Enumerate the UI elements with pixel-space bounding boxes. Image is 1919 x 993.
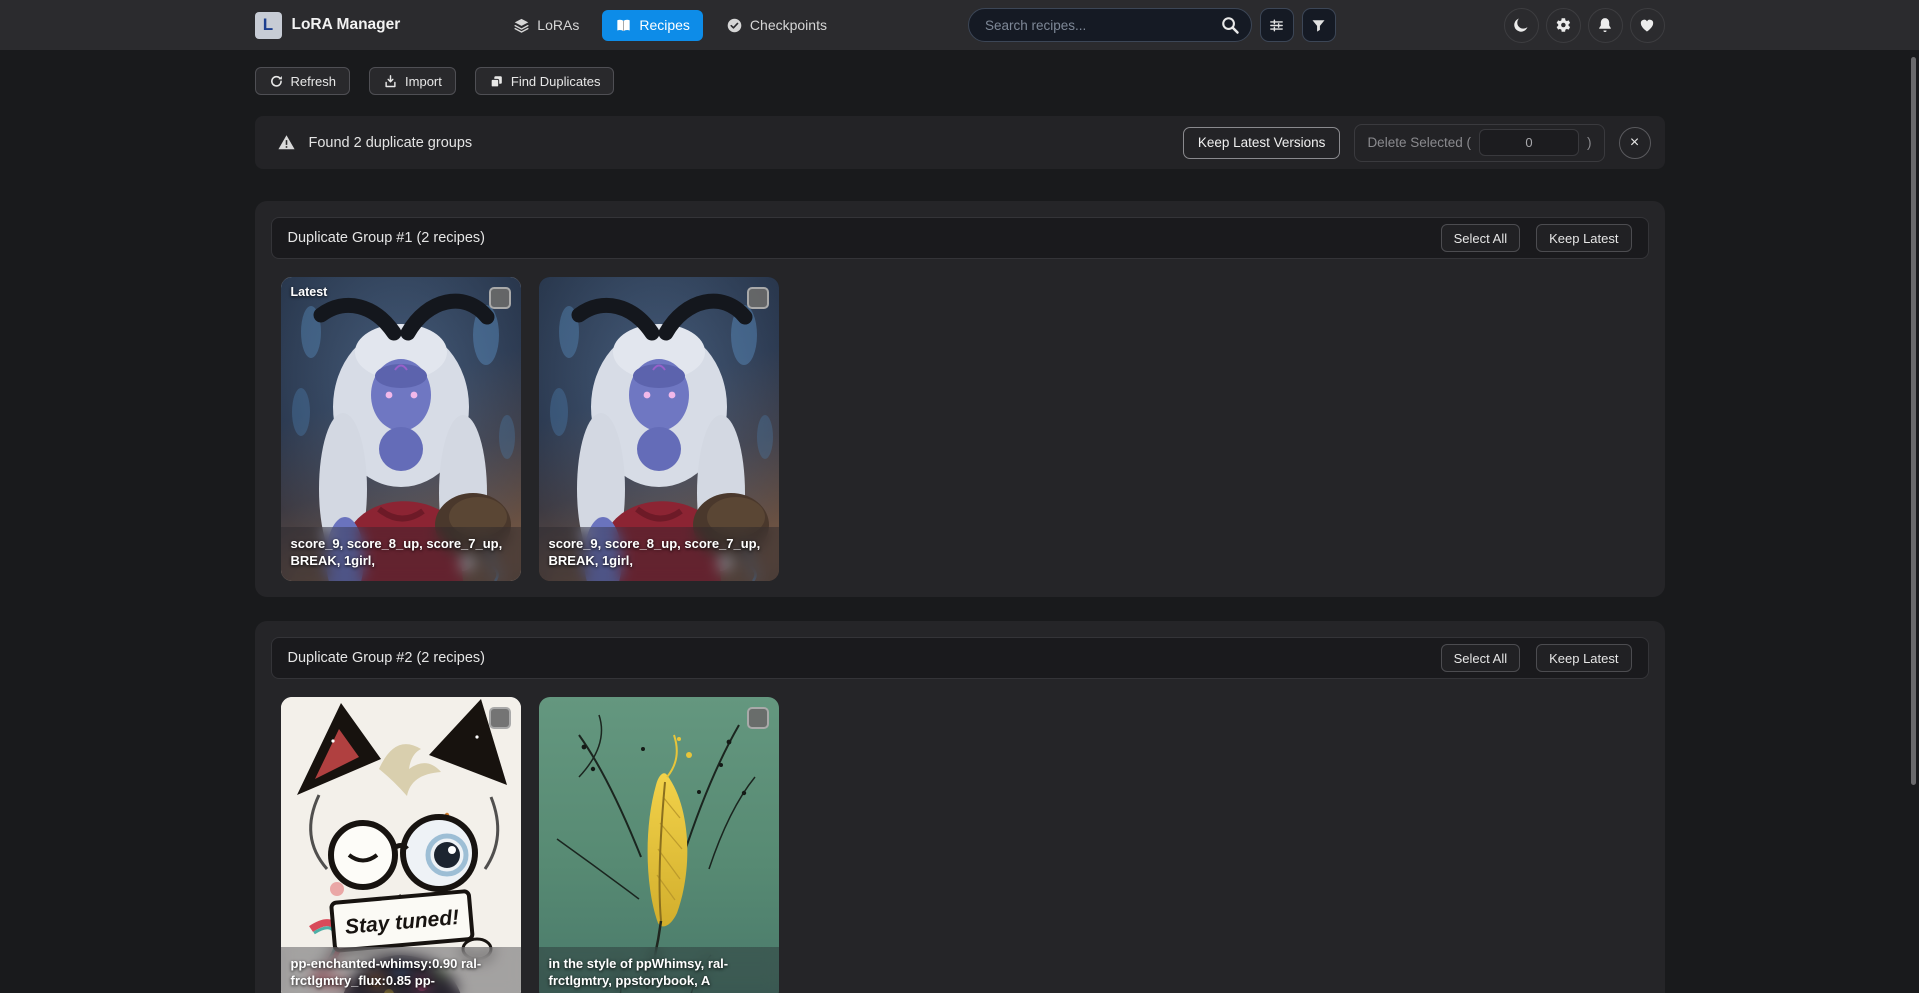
tab-checkpoints-label: Checkpoints xyxy=(750,17,827,33)
group-1-keep-latest-button[interactable]: Keep Latest xyxy=(1536,224,1631,252)
refresh-label: Refresh xyxy=(291,74,337,89)
group-2-title: Duplicate Group #2 (2 recipes) xyxy=(288,650,485,666)
import-label: Import xyxy=(405,74,442,89)
recipe-card[interactable]: score_9, score_8_up, score_7_up, BREAK, … xyxy=(539,277,779,581)
tab-recipes-label: Recipes xyxy=(639,17,690,33)
settings-button[interactable] xyxy=(1546,8,1581,43)
search-input[interactable] xyxy=(968,8,1252,42)
app-title: LoRA Manager xyxy=(292,16,401,34)
book-icon xyxy=(615,17,632,34)
group-2-cards: Latest pp-enchanted-whimsy:0.90 ral-frct… xyxy=(271,697,1649,993)
recipe-checkbox[interactable] xyxy=(489,707,511,729)
find-duplicates-button[interactable]: Find Duplicates xyxy=(475,67,615,95)
refresh-icon xyxy=(269,74,284,89)
find-duplicates-label: Find Duplicates xyxy=(511,74,601,89)
recipe-checkbox[interactable] xyxy=(747,707,769,729)
latest-badge: Latest xyxy=(291,285,328,299)
bell-icon xyxy=(1596,16,1614,34)
recipe-checkbox[interactable] xyxy=(747,287,769,309)
main-content: Refresh Import Find Duplicates Found 2 d… xyxy=(255,67,1665,993)
duplicate-group-panel-2: Duplicate Group #2 (2 recipes) Select Al… xyxy=(255,621,1665,993)
copy-icon xyxy=(489,74,504,89)
heart-icon xyxy=(1638,16,1656,34)
search-icon[interactable] xyxy=(1220,15,1240,35)
group-2-header: Duplicate Group #2 (2 recipes) Select Al… xyxy=(271,637,1649,679)
nav-icon-buttons xyxy=(1504,8,1665,43)
scrollbar-thumb[interactable] xyxy=(1911,57,1916,785)
delete-selected-label: Delete Selected ( xyxy=(1367,135,1471,150)
nav-tabs: LoRAs Recipes Checkpoints xyxy=(500,10,840,41)
duplicate-group-panel-1: Duplicate Group #1 (2 recipes) Select Al… xyxy=(255,201,1665,597)
filter-button[interactable] xyxy=(1302,8,1336,42)
recipe-checkbox[interactable] xyxy=(489,287,511,309)
tab-loras-label: LoRAs xyxy=(537,17,579,33)
selected-count-input[interactable] xyxy=(1479,129,1579,156)
check-circle-icon xyxy=(726,17,743,34)
import-icon xyxy=(383,74,398,89)
layers-icon xyxy=(513,17,530,34)
theme-toggle-button[interactable] xyxy=(1504,8,1539,43)
keep-latest-versions-button[interactable]: Keep Latest Versions xyxy=(1183,127,1341,159)
moon-icon xyxy=(1512,16,1530,34)
favorites-button[interactable] xyxy=(1630,8,1665,43)
refresh-button[interactable]: Refresh xyxy=(255,67,351,95)
toolbar: Refresh Import Find Duplicates xyxy=(255,67,1665,95)
recipe-card[interactable]: in the style of ppWhimsy, ral-frctlgmtry… xyxy=(539,697,779,993)
group-2-keep-latest-button[interactable]: Keep Latest xyxy=(1536,644,1631,672)
funnel-icon xyxy=(1310,17,1327,34)
notifications-button[interactable] xyxy=(1588,8,1623,43)
sliders-icon xyxy=(1268,17,1285,34)
group-1-select-all-button[interactable]: Select All xyxy=(1441,224,1520,252)
recipe-card[interactable]: Latest score_9, score_8_up, score_7_up, … xyxy=(281,277,521,581)
group-1-header: Duplicate Group #1 (2 recipes) Select Al… xyxy=(271,217,1649,259)
close-icon: × xyxy=(1630,135,1639,151)
close-banner-button[interactable]: × xyxy=(1619,127,1651,159)
group-1-cards: Latest score_9, score_8_up, score_7_up, … xyxy=(271,277,1649,581)
delete-selected-label-suffix: ) xyxy=(1587,135,1592,150)
sort-options-button[interactable] xyxy=(1260,8,1294,42)
navbar: L LoRA Manager LoRAs Recipes Checkpoints xyxy=(0,0,1919,50)
warning-icon xyxy=(277,133,296,152)
tab-checkpoints[interactable]: Checkpoints xyxy=(713,10,840,41)
tab-recipes[interactable]: Recipes xyxy=(602,10,703,41)
search-area xyxy=(968,8,1336,42)
delete-selected-group: Delete Selected ( ) xyxy=(1354,124,1604,162)
recipe-caption: score_9, score_8_up, score_7_up, BREAK, … xyxy=(539,527,779,581)
recipe-caption: score_9, score_8_up, score_7_up, BREAK, … xyxy=(281,527,521,581)
tab-loras[interactable]: LoRAs xyxy=(500,10,592,41)
duplicates-banner: Found 2 duplicate groups Keep Latest Ver… xyxy=(255,116,1665,169)
recipe-card[interactable]: Latest pp-enchanted-whimsy:0.90 ral-frct… xyxy=(281,697,521,993)
brand: L LoRA Manager xyxy=(255,12,401,39)
group-2-select-all-button[interactable]: Select All xyxy=(1441,644,1520,672)
recipe-caption: pp-enchanted-whimsy:0.90 ral-frctlgmtry_… xyxy=(281,947,521,993)
banner-message: Found 2 duplicate groups xyxy=(309,135,473,151)
recipe-caption: in the style of ppWhimsy, ral-frctlgmtry… xyxy=(539,947,779,993)
app-logo: L xyxy=(255,12,282,39)
group-1-title: Duplicate Group #1 (2 recipes) xyxy=(288,230,485,246)
import-button[interactable]: Import xyxy=(369,67,456,95)
gear-icon xyxy=(1554,16,1572,34)
